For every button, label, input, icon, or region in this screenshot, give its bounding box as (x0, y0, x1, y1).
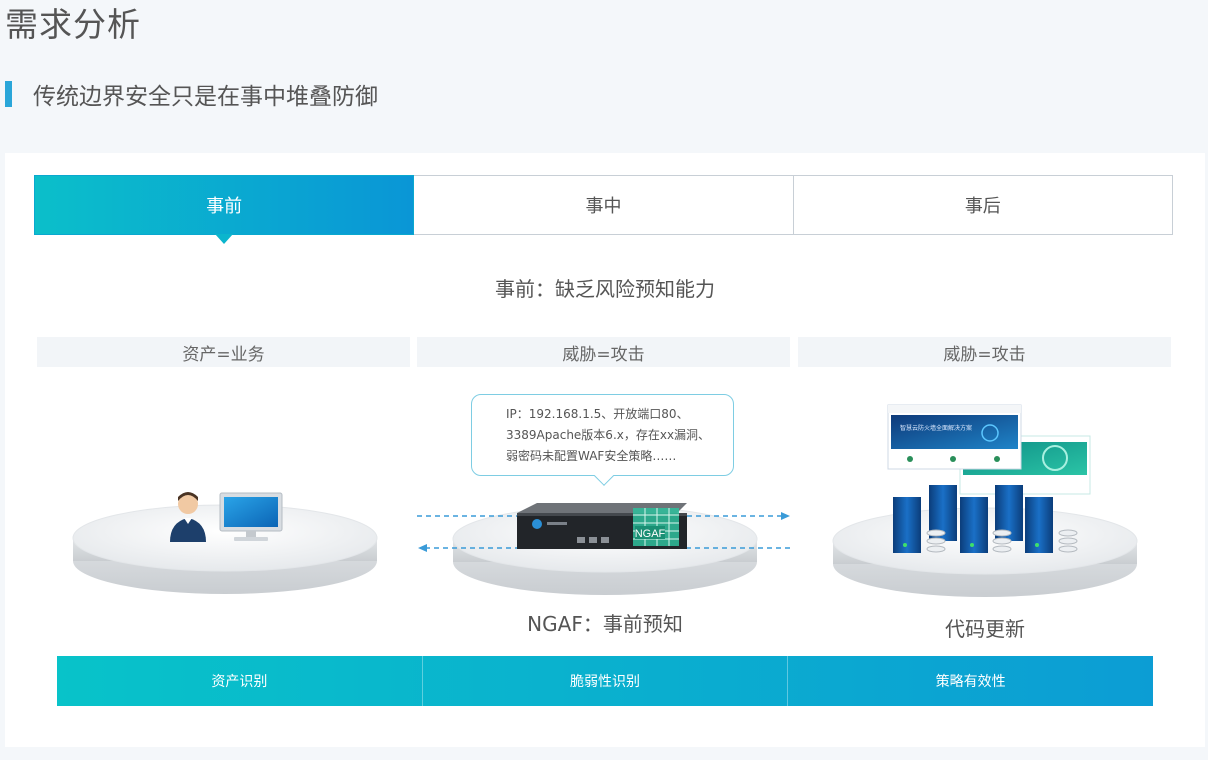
capability-vulnerability-identification[interactable]: 脆弱性识别 (421, 656, 788, 706)
right-caption: 代码更新 (945, 617, 1025, 641)
capability-asset-identification[interactable]: 资产识别 (57, 656, 422, 706)
vulnerability-callout-text: IP：192.168.1.5、开放端口80、3389Apache版本6.x，存在… (506, 407, 711, 463)
ngaf-badge-text: NGAF (635, 528, 666, 540)
subtitle-accent-bar (5, 81, 12, 107)
capability-bar: 资产识别 脆弱性识别 策略有效性 (57, 656, 1153, 706)
capability-policy-effectiveness[interactable]: 策略有效性 (787, 656, 1153, 706)
middle-caption: NGAF：事前预知 (527, 612, 683, 636)
site-banner-text: 智慧云防火墙全面解决方案 (900, 424, 972, 432)
section-subtitle: 传统边界安全只是在事中堆叠防御 (33, 84, 378, 110)
page-title: 需求分析 (5, 5, 141, 44)
vulnerability-callout: IP：192.168.1.5、开放端口80、3389Apache版本6.x，存在… (471, 394, 734, 476)
firewall-device-icon: NGAF (517, 503, 687, 549)
website-screenshot-icon: 智慧云防火墙全面解决方案 (887, 404, 1091, 495)
server-rack-icon (893, 485, 1053, 553)
content-panel: 事前 事中 事后 事前：缺乏风险预知能力 资产=业务 威胁=攻击 威胁=攻击 N… (5, 153, 1205, 747)
